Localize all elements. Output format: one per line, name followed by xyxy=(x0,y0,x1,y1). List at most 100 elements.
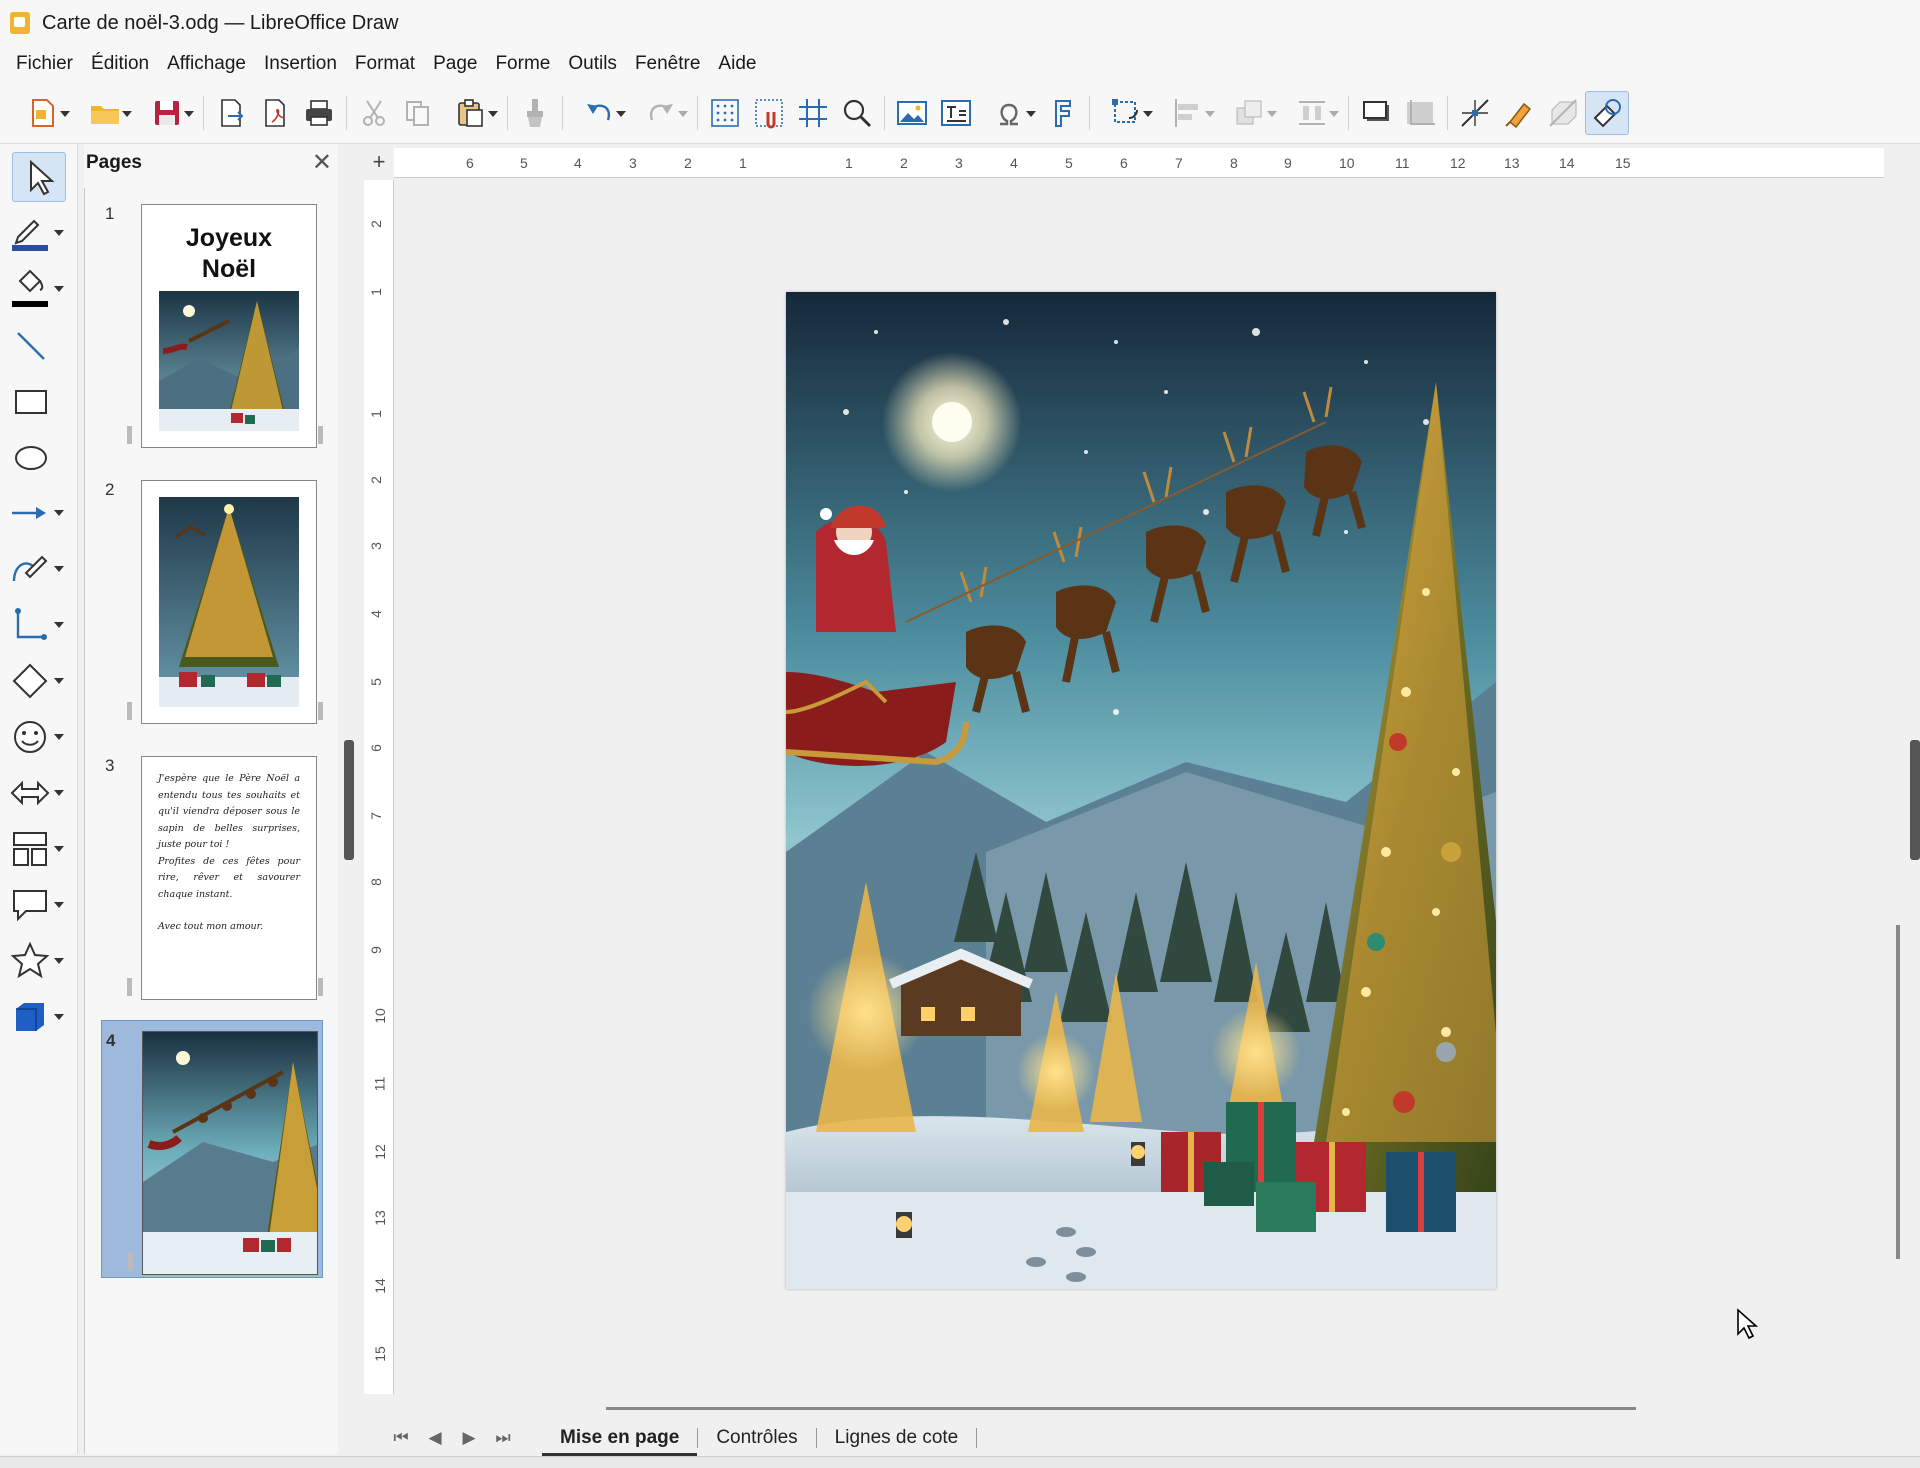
flowchart-tool[interactable] xyxy=(8,824,68,874)
flowchart-icon xyxy=(13,832,47,866)
vertical-ruler[interactable]: 2 1 1 2 3 4 5 6 7 8 9 10 11 12 13 14 15 xyxy=(364,180,394,1394)
new-document-icon xyxy=(32,98,54,127)
ruler-origin[interactable]: + xyxy=(364,148,394,178)
open-button[interactable] xyxy=(74,91,136,135)
tab-lignes-de-cote[interactable]: Lignes de cote xyxy=(817,1420,977,1456)
curve-tool[interactable] xyxy=(8,544,68,594)
menu-format[interactable]: Format xyxy=(355,53,415,75)
redo-button[interactable] xyxy=(630,91,692,135)
page-number: 1 xyxy=(105,204,115,223)
next-page-button[interactable]: ▶ xyxy=(452,1428,486,1448)
page-thumbnail-2[interactable]: 2 xyxy=(101,470,323,726)
stars-tool[interactable] xyxy=(8,936,68,986)
ruler-tick-label: 8 xyxy=(367,878,384,886)
tab-separator xyxy=(976,1428,978,1448)
page-thumbnail-3[interactable]: 3 J'espère que le Père Noël a entendu to… xyxy=(101,746,323,1002)
ruler-tick-label: 10 xyxy=(371,1008,388,1024)
first-page-button[interactable]: ⏮ xyxy=(384,1428,418,1448)
clone-formatting-button[interactable] xyxy=(513,91,557,135)
shadow-button[interactable] xyxy=(1354,91,1398,135)
show-draw-functions-button[interactable] xyxy=(1585,90,1629,135)
save-button[interactable] xyxy=(136,91,198,135)
distribute-button[interactable] xyxy=(1281,91,1343,135)
fill-color-tool[interactable] xyxy=(8,264,68,314)
menu-affichage[interactable]: Affichage xyxy=(167,53,246,75)
menu-page[interactable]: Page xyxy=(433,53,477,75)
transformations-button[interactable] xyxy=(1095,91,1157,135)
ruler-tick-label: 14 xyxy=(1559,155,1575,171)
glue-points-button[interactable] xyxy=(1497,91,1541,135)
copy-button[interactable] xyxy=(396,91,440,135)
3d-objects-tool[interactable] xyxy=(8,992,68,1042)
menu-insertion[interactable]: Insertion xyxy=(264,53,337,75)
menu-forme[interactable]: Forme xyxy=(495,53,550,75)
symbol-shapes-tool[interactable] xyxy=(8,712,68,762)
page-thumbnail-1[interactable]: 1 Joyeux Noël xyxy=(101,194,323,450)
zoom-icon xyxy=(843,99,872,127)
previous-page-button[interactable]: ◀ xyxy=(418,1428,452,1448)
arrow-line-tool[interactable] xyxy=(8,488,68,538)
export-button[interactable] xyxy=(209,91,253,135)
align-button[interactable] xyxy=(1157,91,1219,135)
tab-mise-en-page[interactable]: Mise en page xyxy=(542,1420,698,1456)
separator xyxy=(346,95,347,130)
undo-button[interactable] xyxy=(568,91,630,135)
pages-panel: Pages ✕ 1 Joyeux Noël 2 3 J'espère que l… xyxy=(84,144,338,1454)
rectangle-icon xyxy=(15,390,47,414)
page-thumbnail-4[interactable]: 4 xyxy=(101,1020,323,1278)
toggle-extrusion-button[interactable] xyxy=(1541,91,1585,135)
line-color-tool[interactable] xyxy=(8,208,68,258)
callouts-tool[interactable] xyxy=(8,880,68,930)
display-grid-button[interactable] xyxy=(703,91,747,135)
separator xyxy=(884,95,885,130)
menu-outils[interactable]: Outils xyxy=(568,53,617,75)
points-button[interactable] xyxy=(1453,91,1497,135)
ellipse-tool[interactable] xyxy=(8,432,68,482)
separator xyxy=(1447,95,1448,130)
paste-button[interactable] xyxy=(440,91,502,135)
arrange-button[interactable] xyxy=(1219,91,1281,135)
horizontal-scrollbar[interactable] xyxy=(606,1407,1636,1410)
crop-button[interactable] xyxy=(1398,91,1442,135)
fontwork-button[interactable] xyxy=(1040,91,1084,135)
insert-textbox-button[interactable] xyxy=(934,91,978,135)
panel-splitter[interactable] xyxy=(344,740,354,860)
close-icon[interactable]: ✕ xyxy=(312,148,332,177)
zoom-button[interactable] xyxy=(835,91,879,135)
new-document-button[interactable] xyxy=(12,91,74,135)
helplines-button[interactable] xyxy=(791,91,835,135)
ruler-tick-label: 3 xyxy=(629,155,637,171)
ruler-tick-label: 1 xyxy=(367,410,384,418)
export-pdf-button[interactable] xyxy=(253,91,297,135)
select-tool[interactable] xyxy=(12,152,66,202)
line-icon xyxy=(17,332,45,360)
drag-handle xyxy=(127,978,132,996)
line-tool[interactable] xyxy=(8,320,68,370)
last-page-button[interactable]: ⏭ xyxy=(486,1428,520,1448)
menu-aide[interactable]: Aide xyxy=(718,53,756,75)
standard-toolbar xyxy=(0,82,1920,144)
tab-controles[interactable]: Contrôles xyxy=(698,1420,815,1456)
menu-fenetre[interactable]: Fenêtre xyxy=(635,53,700,75)
connector-tool[interactable] xyxy=(8,600,68,650)
page-title-text: Joyeux Noël xyxy=(185,224,273,283)
cut-button[interactable] xyxy=(352,91,396,135)
snap-to-grid-button[interactable] xyxy=(747,91,791,135)
block-arrows-tool[interactable] xyxy=(8,768,68,818)
drawing-page[interactable] xyxy=(786,292,1496,1289)
horizontal-ruler[interactable]: 6 5 4 3 2 1 1 2 3 4 5 6 7 8 9 10 11 12 13 14 15 xyxy=(394,148,1884,178)
print-button[interactable] xyxy=(297,91,341,135)
insert-image-button[interactable] xyxy=(890,91,934,135)
rectangle-tool[interactable] xyxy=(8,376,68,426)
drag-handle xyxy=(128,1253,133,1271)
christmas-sleigh-image[interactable] xyxy=(786,292,1496,1289)
special-character-button[interactable] xyxy=(978,91,1040,135)
page-preview xyxy=(141,480,317,724)
vertical-scrollbar[interactable] xyxy=(1896,925,1900,1259)
star-icon xyxy=(10,941,50,979)
speech-bubble-icon xyxy=(13,890,47,922)
basic-shapes-tool[interactable] xyxy=(8,656,68,706)
sidebar-handle[interactable] xyxy=(1910,740,1920,860)
menu-edition[interactable]: Édition xyxy=(91,53,149,75)
menu-fichier[interactable]: Fichier xyxy=(16,53,73,75)
